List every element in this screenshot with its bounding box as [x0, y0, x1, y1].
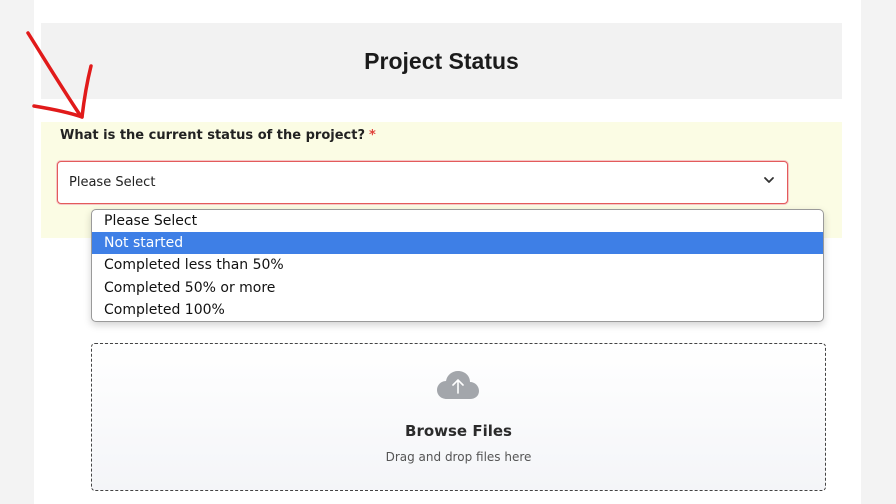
option-completed-less-than-50[interactable]: Completed less than 50%	[92, 254, 823, 276]
dropzone-hint: Drag and drop files here	[385, 450, 532, 464]
option-completed-100[interactable]: Completed 100%	[92, 299, 823, 321]
status-select[interactable]: Please Select	[57, 161, 788, 204]
required-marker: *	[369, 128, 376, 143]
page-title: Project Status	[364, 47, 519, 74]
annotation-arrow-icon	[26, 31, 93, 119]
option-please-select[interactable]: Please Select	[92, 210, 823, 232]
option-not-started[interactable]: Not started	[92, 232, 823, 255]
browse-files-button[interactable]: Browse Files	[92, 422, 825, 440]
chevron-down-icon	[764, 177, 774, 183]
option-completed-50-or-more[interactable]: Completed 50% or more	[92, 277, 823, 299]
cloud-upload-icon	[437, 371, 479, 399]
file-dropzone[interactable]: Browse Files Drag and drop files here	[91, 343, 826, 491]
status-dropdown-list[interactable]: Please Select Not started Completed less…	[91, 209, 824, 322]
question-text: What is the current status of the projec…	[60, 128, 365, 143]
status-select-value: Please Select	[69, 175, 156, 190]
form-header: Project Status	[41, 23, 842, 99]
question-label: What is the current status of the projec…	[60, 128, 376, 143]
